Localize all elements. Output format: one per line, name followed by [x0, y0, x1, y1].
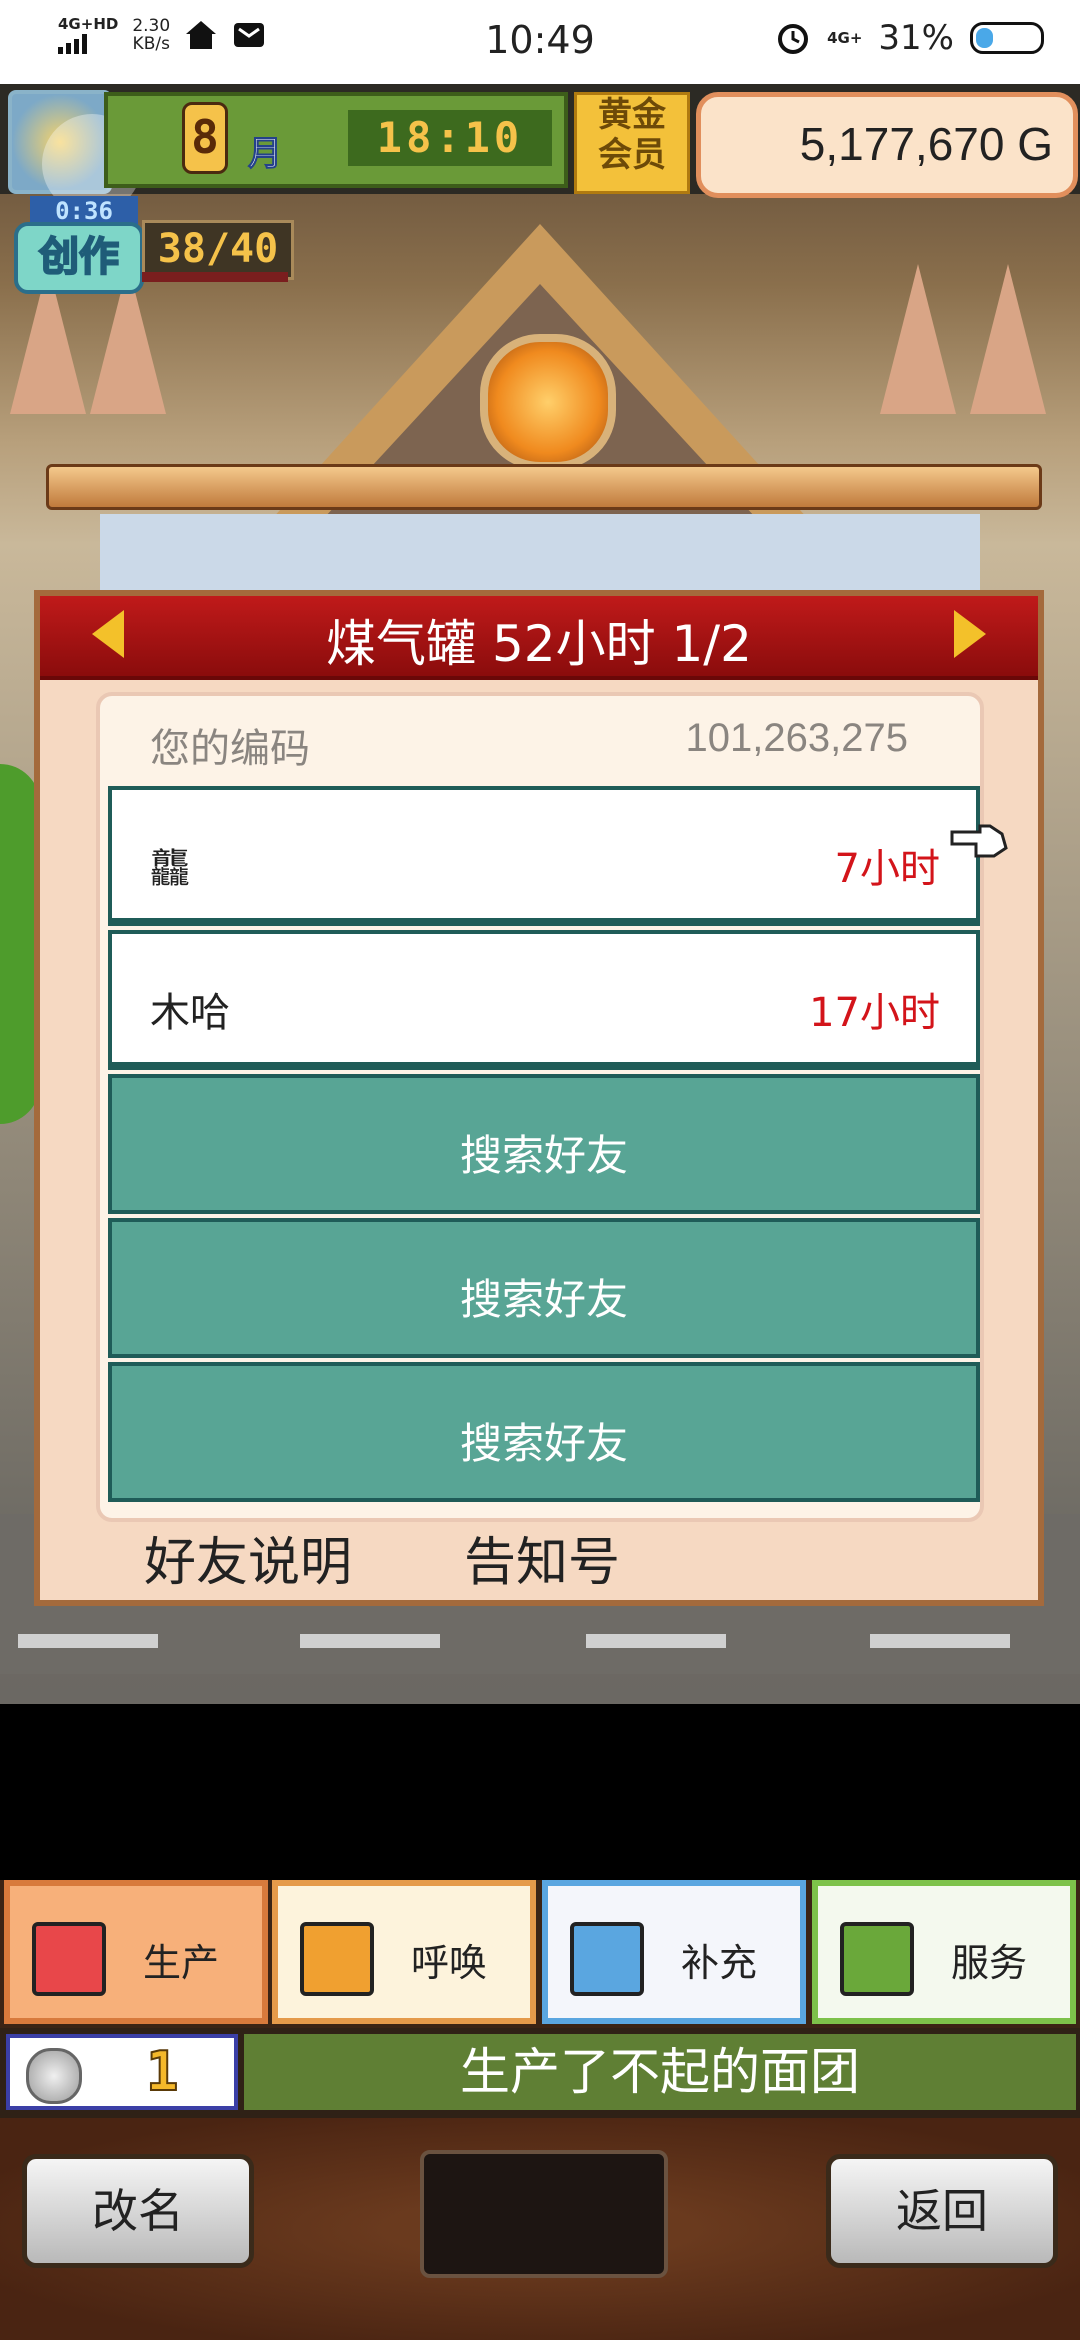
tab-produce[interactable]: 生产 [4, 1880, 268, 2024]
tab-label: 呼唤 [410, 1941, 487, 1985]
tab-call[interactable]: 呼唤 [272, 1880, 536, 2024]
tab-label: 生产 [142, 1941, 219, 1985]
notify-number-button[interactable]: 告知号 [464, 1520, 620, 1595]
friends-panel: 您的编码 101,263,275 龘 7小时 木哈 17小时 搜索好友 搜索好友… [96, 692, 1008, 1522]
top-hud: 8 月 18:10 黄金 会员 5,177,670 G [0, 84, 1080, 214]
your-code-row: 您的编码 101,263,275 [100, 696, 980, 782]
search-friend-label: 搜索好友 [459, 1275, 628, 1324]
tab-supply[interactable]: 补充 [542, 1880, 806, 2024]
player-avatar[interactable] [8, 90, 142, 214]
network-type-2: 4G+ [827, 29, 863, 47]
gold-counter: 5,177,670 G [696, 92, 1078, 198]
friend-hours: 17小时 [809, 990, 940, 1036]
pointing-hand-icon [950, 824, 1008, 858]
vip-badge[interactable]: 黄金 会员 [574, 92, 690, 194]
search-friend-button[interactable]: 搜索好友 [108, 1074, 980, 1214]
battery-icon [970, 22, 1044, 54]
search-friend-button[interactable]: 搜索好友 [108, 1218, 980, 1358]
friend-name: 木哈 [150, 990, 230, 1036]
date-display: 8 月 18:10 [104, 92, 568, 188]
status-message: 生产了不起的面团 [244, 2034, 1076, 2110]
info-bar: 1 生产了不起的面团 [0, 2028, 1080, 2118]
back-button[interactable]: 返回 [826, 2154, 1058, 2268]
search-friend-label: 搜索好友 [459, 1419, 628, 1468]
friend-hours: 7小时 [834, 846, 940, 892]
create-status[interactable]: 0:36 创作 38/40 [8, 196, 294, 294]
search-friend-label: 搜索好友 [459, 1131, 628, 1180]
bottom-tab-bar: 生产 呼唤 补充 服务 [0, 1880, 1080, 2028]
friend-explain-button[interactable]: 好友说明 [144, 1520, 352, 1595]
bottom-controls: 改名 返回 [0, 2118, 1080, 2340]
gold-amount: 5,177,670 G [799, 118, 1053, 170]
create-label: 创作 [14, 222, 144, 294]
medal-counter: 1 [6, 2034, 238, 2110]
tab-service[interactable]: 服务 [812, 1880, 1076, 2024]
dialog-title-bar: 煤气罐 52小时 1/2 [40, 596, 1038, 680]
tab-label: 补充 [680, 1941, 757, 1985]
status-bar: 4G+HD 2.30 KB/s 10:49 4G+ 31% [0, 0, 1080, 84]
next-arrow-icon[interactable] [954, 610, 986, 658]
game-clock: 18:10 [348, 110, 552, 166]
medal-count: 1 [145, 2039, 179, 2104]
friends-dialog: 煤气罐 52小时 1/2 您的编码 101,263,275 龘 7小时 木哈 1… [34, 590, 1044, 1606]
alarm-icon [778, 24, 809, 54]
code-label: 您的编码 [150, 726, 310, 772]
search-friend-button[interactable]: 搜索好友 [108, 1362, 980, 1502]
friend-list: 龘 7小时 木哈 17小时 搜索好友 搜索好友 搜索好友 [108, 786, 1008, 1506]
friend-name: 龘 [150, 846, 190, 892]
building-emblem [480, 334, 616, 470]
battery-percent: 31% [878, 18, 954, 58]
code-value: 101,263,275 [685, 716, 908, 760]
medal-icon [26, 2048, 82, 2104]
dialog-title: 煤气罐 52小时 1/2 [326, 615, 752, 673]
center-slot [420, 2150, 668, 2278]
month-number: 8 [182, 102, 228, 174]
rename-button[interactable]: 改名 [22, 2154, 254, 2268]
dialog-actions: 好友说明 告知号 [40, 1506, 1038, 1596]
create-count: 38/40 [142, 220, 294, 280]
month-label: 月 [248, 134, 283, 175]
friend-row[interactable]: 木哈 17小时 [108, 930, 980, 1070]
tab-label: 服务 [950, 1941, 1027, 1985]
friend-row[interactable]: 龘 7小时 [108, 786, 1008, 926]
